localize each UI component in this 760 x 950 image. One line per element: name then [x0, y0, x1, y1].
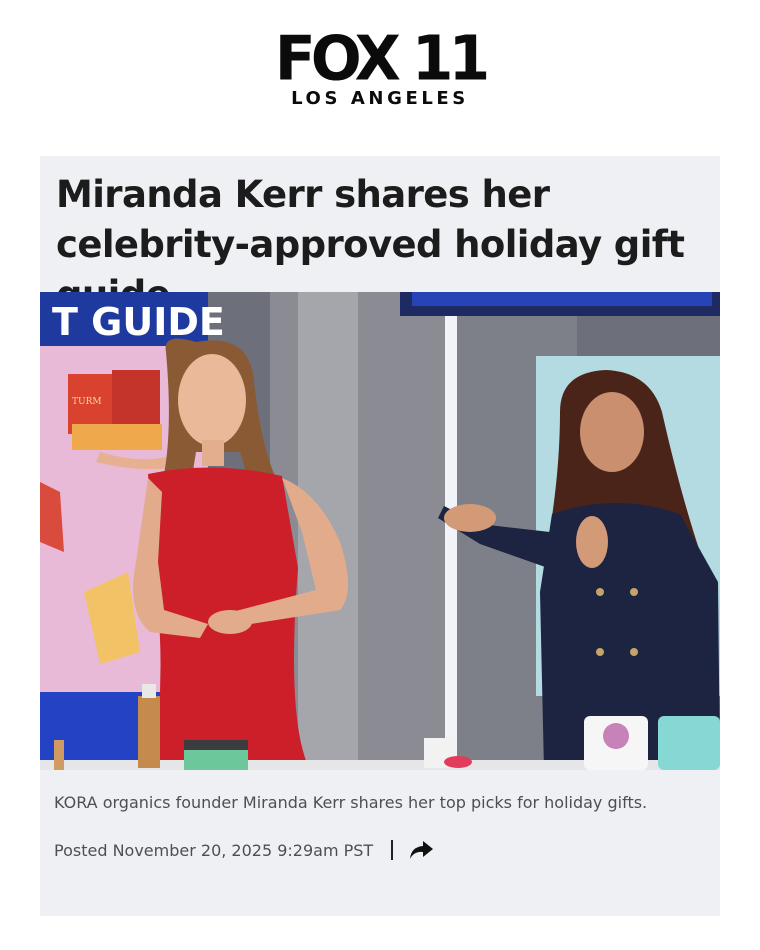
- fox11-logo[interactable]: FOX 11 LOS ANGELES: [0, 23, 760, 109]
- share-button[interactable]: [408, 839, 434, 861]
- posted-timestamp: Posted November 20, 2025 9:29am PST: [54, 840, 374, 860]
- image-caption: KORA organics founder Miranda Kerr share…: [54, 793, 648, 812]
- article-meta: Posted November 20, 2025 9:29am PST: [54, 839, 434, 861]
- backdrop-text: T GUIDE: [52, 300, 225, 344]
- article-card: Miranda Kerr shares her celebrity-approv…: [40, 156, 720, 916]
- logo-main-text: FOX 11: [274, 23, 490, 95]
- hero-image-illustration: T GUIDE TURM: [40, 292, 720, 770]
- share-arrow-icon: [410, 841, 434, 859]
- article-hero-image[interactable]: T GUIDE TURM: [40, 292, 720, 770]
- box-text: TURM: [72, 397, 102, 407]
- meta-divider: [391, 840, 394, 860]
